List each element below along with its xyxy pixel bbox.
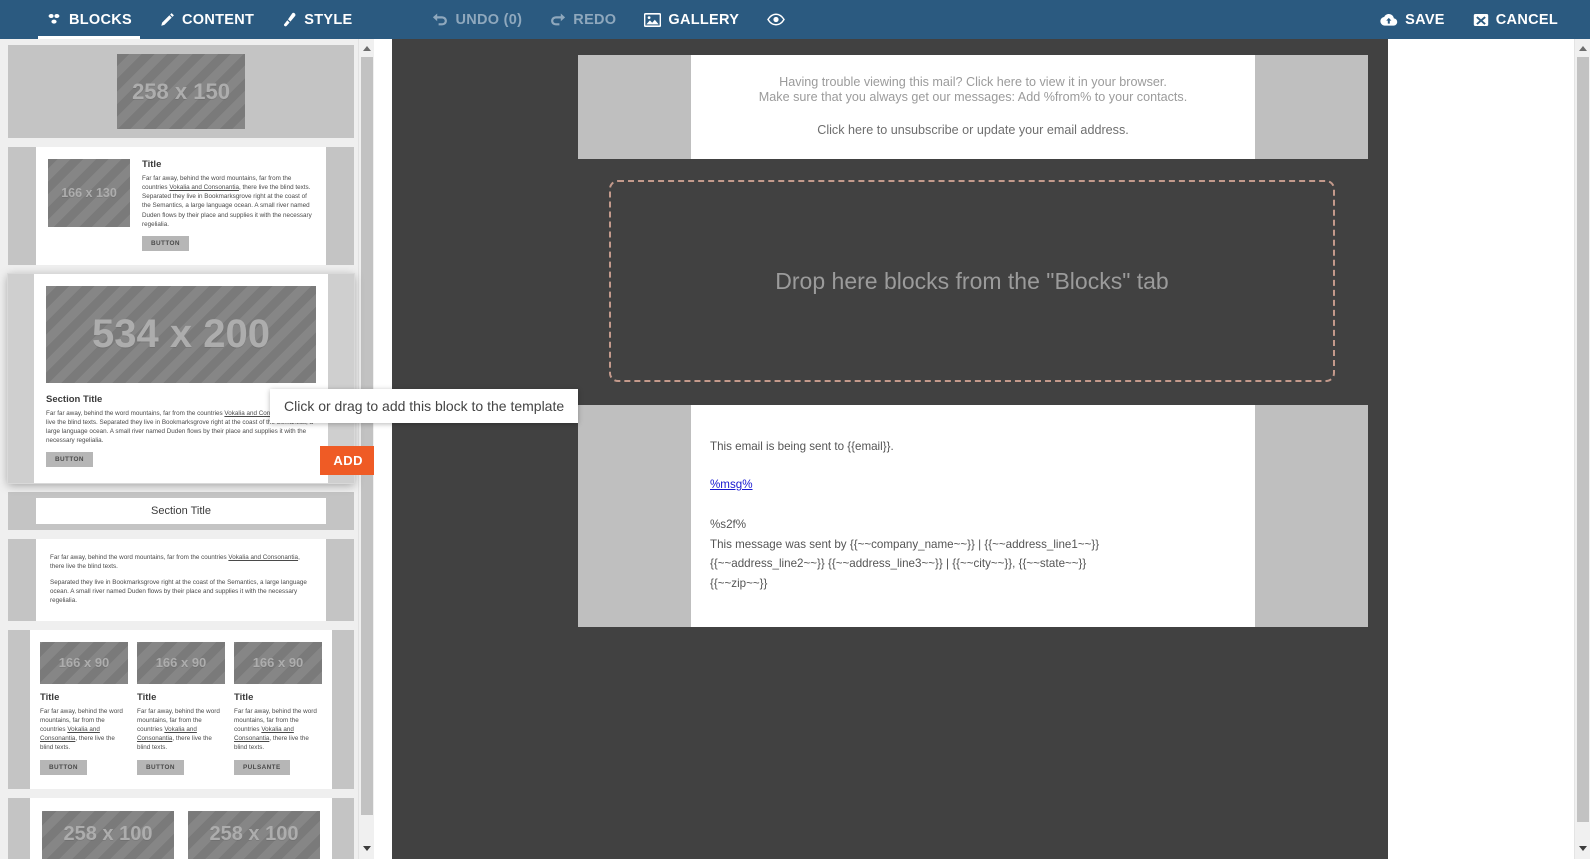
brush-icon <box>282 12 297 27</box>
footer-left-spacer <box>578 405 691 627</box>
page-scrollbar-thumb[interactable] <box>1577 57 1589 822</box>
email-template: Having trouble viewing this mail? Click … <box>578 55 1368 159</box>
block-title: Section Title <box>36 498 326 524</box>
eye-icon <box>767 13 785 26</box>
header-line-1: Having trouble viewing this mail? Click … <box>721 75 1225 90</box>
blocks-sidebar-scrollarea: 258 x 150 166 x 130 Title Far far away, … <box>0 39 374 859</box>
tab-blocks-label: BLOCKS <box>69 12 132 28</box>
close-box-icon <box>1473 13 1489 27</box>
redo-button[interactable]: REDO <box>536 0 630 39</box>
footer-right-spacer <box>1255 405 1368 627</box>
unsubscribe-line[interactable]: Click here to unsubscribe or update your… <box>721 123 1225 137</box>
block-item-text[interactable]: Far far away, behind the word mountains,… <box>8 539 354 621</box>
block-title: Title <box>142 159 314 170</box>
cloud-upload-icon <box>1380 13 1398 27</box>
page-scroll-up-arrow-icon[interactable] <box>1575 40 1590 56</box>
undo-button[interactable]: UNDO (0) <box>418 0 536 39</box>
footer-line-1: This message was sent by {{~~company_nam… <box>710 535 1236 554</box>
block-body-text: Far far away, behind the word mountains,… <box>234 707 322 753</box>
footer-line-3: {{~~zip~~}} <box>710 574 1236 593</box>
undo-label: UNDO (0) <box>455 12 522 28</box>
email-header-block[interactable]: Having trouble viewing this mail? Click … <box>691 55 1255 159</box>
block-item-image-258x150[interactable]: 258 x 150 <box>8 45 354 138</box>
block-body-text: Far far away, behind the word mountains,… <box>50 553 312 571</box>
block-cta-button[interactable]: PULSANTE <box>234 760 290 775</box>
editor-tabs: BLOCKS CONTENT STYLE <box>32 0 366 39</box>
blocks-list: 258 x 150 166 x 130 Title Far far away, … <box>8 45 354 859</box>
header-line-2: Make sure that you always get our messag… <box>721 90 1225 105</box>
block-body-text: Far far away, behind the word mountains,… <box>40 707 128 753</box>
cancel-label: CANCEL <box>1496 12 1558 28</box>
redo-label: REDO <box>573 12 616 28</box>
header-left-spacer <box>578 55 691 159</box>
top-toolbar: BLOCKS CONTENT STYLE <box>0 0 1590 39</box>
block-item-image-text[interactable]: 166 x 130 Title Far far away, behind the… <box>8 147 354 265</box>
email-canvas: Having trouble viewing this mail? Click … <box>392 39 1388 859</box>
email-footer-wrap: This email is being sent to {{email}}. %… <box>578 405 1368 627</box>
pencil-icon <box>160 12 175 27</box>
tab-blocks[interactable]: BLOCKS <box>32 0 146 39</box>
image-icon <box>644 13 661 27</box>
save-label: SAVE <box>1405 12 1445 28</box>
block-item-section-title[interactable]: Section Title <box>8 492 354 530</box>
msg-token-link[interactable]: %msg% <box>710 478 753 491</box>
gallery-label: GALLERY <box>668 12 739 28</box>
add-block-button[interactable]: ADD <box>320 446 374 475</box>
block-body-text-2: Separated they live in Bookmarksgrove ri… <box>50 578 312 605</box>
image-placeholder: 534 x 200 <box>46 286 316 383</box>
image-placeholder: 258 x 100 <box>42 811 174 859</box>
scroll-up-arrow-icon[interactable] <box>359 40 375 56</box>
image-placeholder: 166 x 130 <box>48 159 130 227</box>
block-item-hero-534x200[interactable]: 534 x 200 Section Title Far far away, be… <box>8 274 354 484</box>
gallery-button[interactable]: GALLERY <box>630 0 753 39</box>
image-placeholder: 166 x 90 <box>234 642 322 684</box>
tab-style-label: STYLE <box>304 12 352 28</box>
email-header-row: Having trouble viewing this mail? Click … <box>578 55 1368 159</box>
blocks-sidebar: 258 x 150 166 x 130 Title Far far away, … <box>0 39 392 859</box>
header-right-spacer <box>1255 55 1368 159</box>
email-footer-row: This email is being sent to {{email}}. %… <box>578 405 1368 627</box>
block-cta-button[interactable]: BUTTON <box>46 452 93 467</box>
block-title: Title <box>234 692 322 703</box>
block-hover-tooltip: Click or drag to add this block to the t… <box>270 389 578 423</box>
tab-content-label: CONTENT <box>182 12 254 28</box>
footer-sent-to: This email is being sent to {{email}}. <box>710 441 1236 453</box>
sidebar-canvas-gutter <box>374 39 392 859</box>
block-item-two-columns[interactable]: 258 x 100 Title Far far away, behind the… <box>8 798 354 859</box>
right-panel <box>1388 39 1590 859</box>
block-body-text: Far far away, behind the word mountains,… <box>142 174 314 229</box>
page-scrollbar[interactable] <box>1574 39 1590 859</box>
image-placeholder: 258 x 100 <box>188 811 320 859</box>
block-title: Title <box>40 692 128 703</box>
blocks-icon <box>46 12 62 27</box>
block-cta-button[interactable]: BUTTON <box>40 760 87 775</box>
editor-actions: SAVE CANCEL <box>1366 0 1572 39</box>
cancel-button[interactable]: CANCEL <box>1459 0 1572 39</box>
image-placeholder: 166 x 90 <box>40 642 128 684</box>
save-button[interactable]: SAVE <box>1366 0 1459 39</box>
dropzone-label: Drop here blocks from the "Blocks" tab <box>775 268 1168 295</box>
redo-arrow-icon <box>550 13 566 27</box>
undo-arrow-icon <box>432 13 448 27</box>
block-title: Title <box>137 692 225 703</box>
block-body-text: Far far away, behind the word mountains,… <box>137 707 225 753</box>
scroll-down-arrow-icon[interactable] <box>359 840 375 856</box>
image-placeholder: 258 x 150 <box>117 54 245 129</box>
tab-style[interactable]: STYLE <box>268 0 366 39</box>
block-dropzone[interactable]: Drop here blocks from the "Blocks" tab <box>609 180 1335 382</box>
tab-content[interactable]: CONTENT <box>146 0 268 39</box>
email-footer-block[interactable]: This email is being sent to {{email}}. %… <box>691 405 1255 627</box>
block-item-three-columns[interactable]: 166 x 90 Title Far far away, behind the … <box>8 630 354 789</box>
preview-button[interactable] <box>753 0 806 39</box>
footer-line-2: {{~~address_line2~~}} {{~~address_line3~… <box>710 554 1236 573</box>
block-cta-button[interactable]: BUTTON <box>137 760 184 775</box>
page-scroll-down-arrow-icon[interactable] <box>1575 840 1590 856</box>
sidebar-scrollbar-thumb[interactable] <box>361 57 373 815</box>
footer-s2f-token: %s2f% <box>710 515 1236 534</box>
editor-tools: UNDO (0) REDO GALLERY <box>418 0 806 39</box>
image-placeholder: 166 x 90 <box>137 642 225 684</box>
block-cta-button[interactable]: BUTTON <box>142 236 189 251</box>
